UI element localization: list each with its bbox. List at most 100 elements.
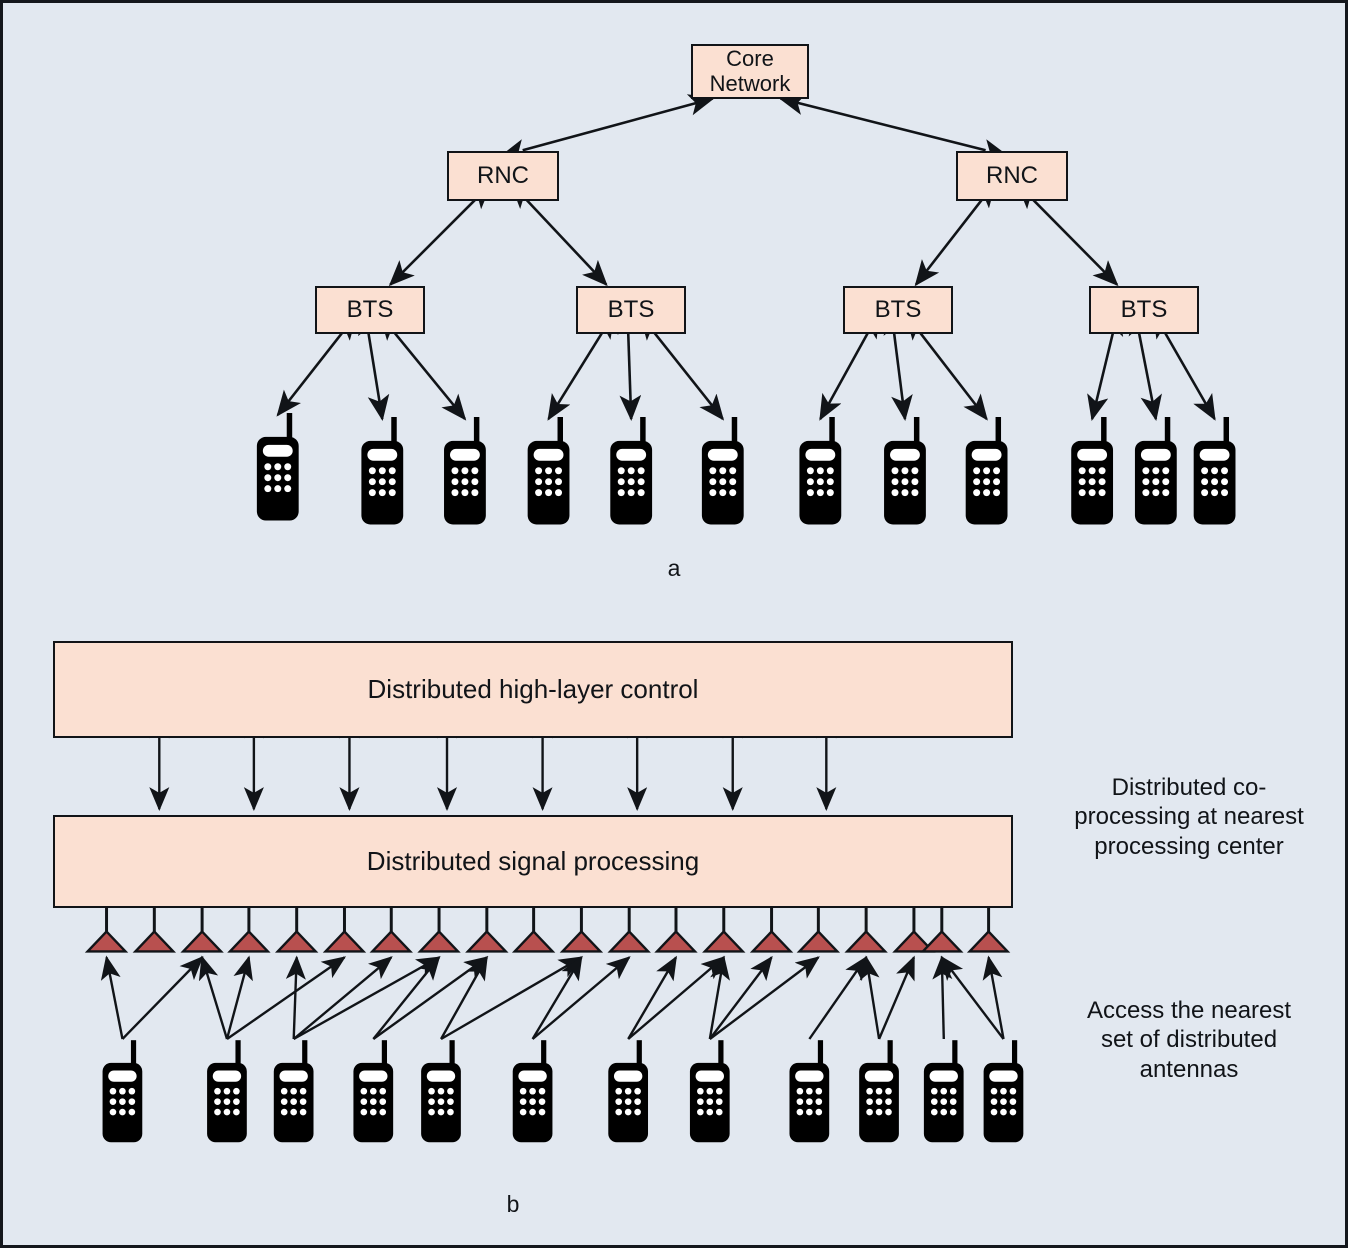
- handset-icon: [256, 413, 299, 521]
- distributed-antenna-icon[interactable]: [322, 929, 367, 953]
- bts-handset-link: [639, 313, 725, 421]
- handset-icon: [859, 1040, 899, 1143]
- bts-handset-link: [1087, 309, 1124, 422]
- rnc-node-right[interactable]: RNC: [956, 151, 1068, 201]
- core-network-label: Core Network: [709, 45, 791, 96]
- bts-node-4[interactable]: BTS: [1089, 286, 1199, 334]
- rnc-node-left[interactable]: RNC: [447, 151, 559, 201]
- distributed-antenna-icon[interactable]: [465, 929, 509, 953]
- annotation-line: processing center: [1094, 832, 1284, 860]
- handset-antenna-uplink: [932, 955, 953, 1040]
- handset-antenna-uplink: [100, 955, 124, 1040]
- bts-node-2[interactable]: BTS: [576, 286, 686, 334]
- bts-handset-link: [547, 312, 615, 421]
- handset-to-antenna-connectors: [100, 955, 1005, 1041]
- distributed-antenna-icon[interactable]: [920, 929, 964, 953]
- distributed-antenna-icon[interactable]: [654, 929, 698, 953]
- bts-handset-link: [276, 313, 358, 417]
- handset-icon: [421, 1040, 461, 1143]
- handset-antenna-uplink: [940, 955, 1005, 1040]
- bts-handset-link: [905, 313, 988, 421]
- bts-handset-link: [1128, 309, 1162, 422]
- handset-antenna-uplink: [531, 956, 631, 1040]
- handset-antenna-uplink: [293, 956, 441, 1041]
- distributed-antenna-icon[interactable]: [417, 929, 461, 953]
- annotation-line: set of distributed: [1100, 1026, 1278, 1054]
- distributed-antenna-icon[interactable]: [132, 929, 177, 953]
- distributed-antenna-icon[interactable]: [84, 929, 129, 953]
- annotation-line: Distributed co-: [1111, 774, 1267, 801]
- handset-icon: [444, 417, 486, 525]
- distributed-antenna-icon[interactable]: [274, 929, 319, 953]
- handset-antenna-uplink: [292, 956, 393, 1040]
- handset-icon: [102, 1040, 143, 1143]
- distributed-antenna-icon[interactable]: [180, 929, 224, 953]
- bts-handset-link: [883, 308, 913, 422]
- handset-icon: [689, 1040, 730, 1143]
- rnc-to-bts-connectors: [388, 181, 1119, 287]
- annotation-access-antennas: Access the nearest set of distributed an…: [1039, 996, 1339, 1084]
- distributed-antenna-icon[interactable]: [966, 929, 1011, 953]
- core-rnc-link: [499, 94, 715, 161]
- handset-icon: [799, 417, 842, 525]
- distributed-antenna-icon[interactable]: [227, 929, 271, 953]
- rnc-label: RNC: [986, 161, 1038, 189]
- distributed-antenna-icon[interactable]: [702, 929, 746, 953]
- bts-label: BTS: [346, 295, 394, 323]
- handset-antenna-uplink: [982, 955, 1005, 1040]
- processing-bar-label: Distributed signal processing: [366, 846, 700, 876]
- handset-icon: [527, 417, 570, 525]
- handset-icon: [983, 1040, 1024, 1143]
- distributed-antenna-icon[interactable]: [844, 929, 888, 953]
- bts-node-3[interactable]: BTS: [843, 286, 953, 334]
- bts-handset-link: [379, 313, 467, 421]
- handset-antenna-uplink: [198, 955, 229, 1040]
- handset-icon: [610, 417, 653, 525]
- handset-antenna-uplink: [440, 956, 584, 1041]
- annotation-line: Access the nearest: [1086, 997, 1292, 1024]
- handset-antenna-uplink: [121, 956, 204, 1040]
- handset-antenna-uplink: [709, 956, 820, 1040]
- distributed-high-layer-control-bar[interactable]: Distributed high-layer control: [53, 641, 1013, 738]
- bts-to-handset-connectors: [276, 308, 1216, 422]
- handset-icon: [608, 1040, 649, 1143]
- distributed-antenna-icon[interactable]: [369, 929, 413, 953]
- annotation-co-processing: Distributed co- processing at nearest pr…: [1039, 773, 1339, 861]
- distributed-antenna-icon[interactable]: [796, 929, 841, 953]
- bts-label: BTS: [1120, 295, 1168, 323]
- figure-root: Core Network RNC RNC BTS BTS BTS BTS a D…: [0, 0, 1348, 1248]
- handset-antenna-uplink: [531, 955, 583, 1040]
- distributed-antenna-icon[interactable]: [559, 929, 604, 953]
- distributed-signal-processing-bar[interactable]: Distributed signal processing: [53, 815, 1013, 908]
- bts-handset-link: [617, 308, 642, 422]
- bts-node-1[interactable]: BTS: [315, 286, 425, 334]
- handset-icon: [965, 417, 1008, 525]
- distributed-antenna-icon[interactable]: [511, 929, 556, 953]
- handset-antenna-uplink: [859, 955, 881, 1040]
- handset-icon: [273, 1040, 314, 1143]
- core-network-node[interactable]: Core Network: [691, 44, 809, 99]
- handset-icon: [701, 417, 744, 525]
- core-rnc-link: [778, 93, 1009, 161]
- control-to-processing-connectors: [149, 714, 837, 812]
- bts-label: BTS: [874, 295, 922, 323]
- distributed-antenna-array: [84, 903, 1011, 953]
- annotation-line: processing at nearest: [1074, 803, 1304, 831]
- handset-antenna-uplink: [627, 955, 678, 1040]
- annotation-line: antennas: [1139, 1055, 1239, 1083]
- bts-label: BTS: [607, 295, 655, 323]
- handset-icon: [207, 1040, 247, 1143]
- distributed-antenna-icon[interactable]: [749, 929, 794, 953]
- rnc-label: RNC: [477, 161, 529, 189]
- handset-icon: [789, 1040, 830, 1143]
- rnc-bts-link: [914, 181, 997, 287]
- control-bar-label: Distributed high-layer control: [367, 674, 699, 704]
- distributed-antenna-icon[interactable]: [607, 929, 651, 953]
- handset-icon: [1071, 417, 1114, 525]
- handset-antenna-uplink: [627, 956, 726, 1040]
- handset-icon: [353, 1040, 394, 1143]
- subfigure-label-b: b: [506, 1191, 520, 1217]
- subfigure-label-a: a: [667, 555, 681, 581]
- rnc-bts-link: [1016, 183, 1119, 287]
- handset-antenna-uplink: [708, 955, 730, 1040]
